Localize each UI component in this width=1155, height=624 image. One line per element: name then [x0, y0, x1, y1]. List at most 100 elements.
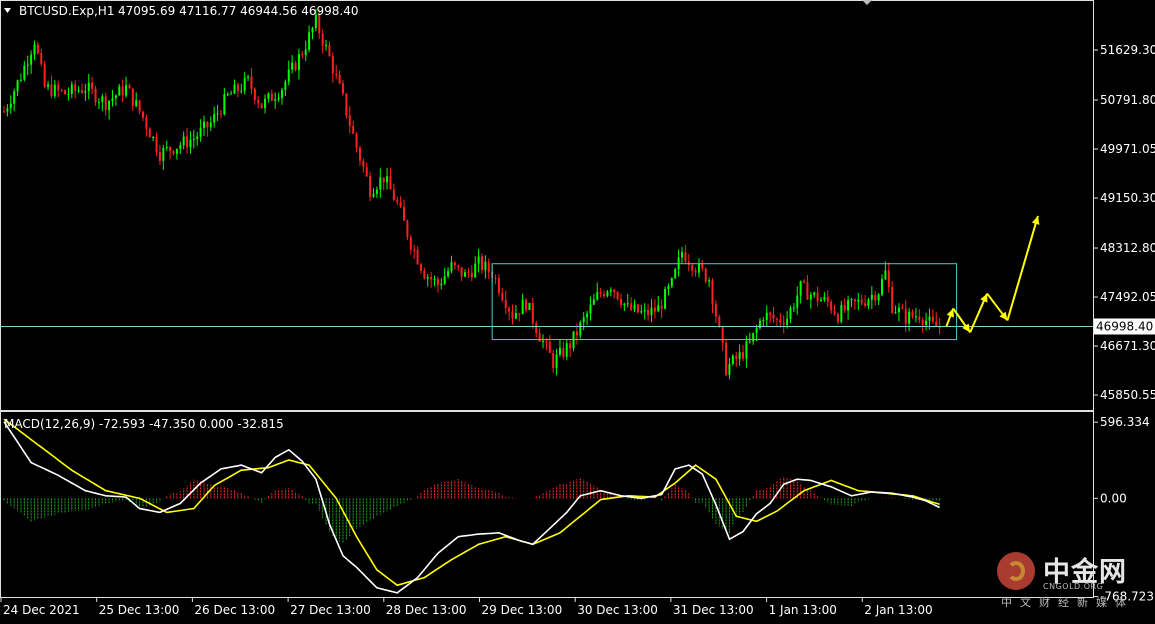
- candle-body: [792, 307, 795, 309]
- candle-body: [77, 90, 80, 92]
- candle-body: [206, 121, 209, 128]
- candle-body: [731, 355, 734, 364]
- candle-body: [43, 64, 46, 87]
- candle-body: [280, 89, 283, 98]
- candle-body: [165, 146, 168, 149]
- candle-body: [765, 312, 768, 321]
- candle-body: [704, 268, 707, 282]
- price-tick-label: 51629.30: [1100, 43, 1155, 57]
- overlays: [491, 215, 1040, 341]
- candle-body: [375, 189, 378, 194]
- time-tick-label: 26 Dec 13:00: [194, 603, 275, 617]
- candle-body: [236, 84, 239, 91]
- candle-body: [542, 341, 545, 343]
- candle-body: [599, 292, 602, 295]
- candle-body: [616, 291, 619, 300]
- candle-body: [16, 80, 19, 92]
- candle-body: [169, 146, 172, 151]
- chart-svg: 51629.30 50791.80 49971.05 49150.30 48312.80…: [0, 0, 1155, 617]
- candle-body: [894, 312, 897, 314]
- candle-body: [613, 289, 616, 292]
- candle-body: [843, 305, 846, 311]
- candle-body: [267, 93, 270, 99]
- candle-body: [135, 100, 138, 107]
- scroll-marker-icon[interactable]: [862, 0, 872, 5]
- time-tick-label: 1 Jan 13:00: [769, 603, 837, 617]
- candle-body: [36, 44, 39, 54]
- candle-body: [742, 352, 745, 359]
- candle-body: [803, 280, 806, 283]
- candle-body: [853, 299, 856, 302]
- candle-body: [938, 326, 941, 329]
- candle-body: [535, 323, 538, 334]
- candle-body: [47, 84, 50, 87]
- candle-body: [277, 97, 280, 100]
- candle-body: [213, 114, 216, 123]
- candle-body: [386, 176, 389, 183]
- candle-body: [799, 280, 802, 296]
- candle-body: [453, 262, 456, 266]
- candle-body: [158, 152, 161, 161]
- candle-body: [308, 32, 311, 50]
- candle-body: [219, 113, 222, 115]
- candle-body: [348, 115, 351, 126]
- candle-body: [860, 299, 863, 304]
- candle-body: [586, 313, 589, 318]
- candle-body: [796, 295, 799, 308]
- candle-body: [247, 76, 250, 78]
- candle-body: [589, 304, 592, 314]
- candle-body: [555, 354, 558, 368]
- candle-body: [562, 347, 565, 357]
- price-tick-label: 50791.80: [1100, 93, 1155, 107]
- macd-main-line: [3, 421, 940, 594]
- candle-body: [406, 220, 409, 238]
- time-tick-label: 29 Dec 13:00: [482, 603, 563, 617]
- candle-body: [192, 138, 195, 140]
- candle-body: [311, 28, 314, 33]
- candle-body: [528, 302, 531, 311]
- candle-body: [867, 299, 870, 306]
- candle-body: [6, 108, 9, 112]
- candle-body: [772, 314, 775, 319]
- candle-body: [74, 84, 77, 91]
- macd-tick-label: 596.334: [1100, 415, 1150, 429]
- candle-body: [545, 341, 548, 343]
- candle-body: [399, 201, 402, 207]
- candle-body: [233, 84, 236, 94]
- candle-body: [26, 64, 29, 66]
- price-tick-label: 49971.05: [1100, 142, 1155, 156]
- candle-body: [874, 294, 877, 301]
- candle-body: [457, 265, 460, 268]
- candle-body: [830, 301, 833, 311]
- candle-body: [592, 299, 595, 305]
- candle-body: [118, 86, 121, 96]
- candle-body: [762, 320, 765, 322]
- candle-body: [806, 282, 809, 300]
- candle-body: [504, 299, 507, 309]
- candle-body: [145, 117, 148, 129]
- candle-body: [162, 148, 165, 161]
- chart-root: 51629.30 50791.80 49971.05 49150.30 48312.80…: [0, 0, 1155, 620]
- candle-body: [684, 252, 687, 262]
- candle-body: [155, 137, 158, 153]
- candle-body: [850, 299, 853, 301]
- candle-body: [121, 86, 124, 96]
- candle-body: [325, 44, 328, 46]
- candle-body: [57, 84, 60, 90]
- price-tick-label: 46671.30: [1100, 339, 1155, 353]
- time-tick-label: 2 Jan 13:00: [864, 603, 932, 617]
- candle-body: [694, 270, 697, 273]
- candle-body: [681, 252, 683, 258]
- menu-triangle-icon[interactable]: [4, 8, 11, 13]
- candle-body: [291, 62, 294, 70]
- time-tick-label: 27 Dec 13:00: [290, 603, 371, 617]
- candle-body: [891, 287, 894, 313]
- candle-body: [440, 283, 443, 286]
- candle-body: [355, 133, 358, 148]
- candle-body: [921, 320, 924, 325]
- candle-body: [514, 313, 517, 319]
- ohlc-header: 47095.69 47116.77 46944.56 46998.40: [118, 4, 358, 18]
- candle-body: [138, 100, 141, 112]
- candle-body: [847, 300, 850, 311]
- candle-body: [725, 342, 728, 375]
